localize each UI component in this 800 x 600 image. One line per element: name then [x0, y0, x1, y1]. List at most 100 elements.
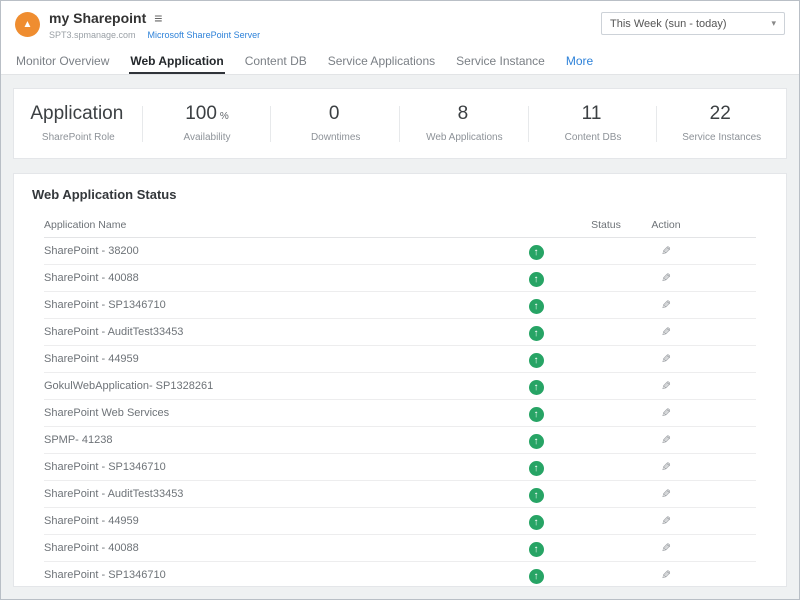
tab-service-applications[interactable]: Service Applications	[327, 48, 436, 74]
stat-block: 11 Content DBs	[529, 100, 658, 147]
status-table: Application Name Status Action SharePoin…	[14, 213, 786, 587]
edit-pencil-icon[interactable]: ✎	[661, 379, 671, 393]
tab-content-db[interactable]: Content DB	[244, 48, 308, 74]
application-name: SharePoint - SP1346710	[44, 461, 496, 473]
stat-suffix: %	[220, 111, 229, 122]
action-cell: ✎	[636, 458, 696, 476]
table-row: SharePoint - 44959 ↑ ✎	[44, 346, 756, 373]
tab-service-instance[interactable]: Service Instance	[455, 48, 546, 74]
application-name: SharePoint - SP1346710	[44, 299, 496, 311]
status-up-arrow-icon: ↑	[529, 434, 544, 449]
status-cell: ↑	[496, 350, 576, 369]
status-up-arrow-icon: ↑	[529, 407, 544, 422]
hamburger-menu-icon[interactable]: ≡	[154, 11, 162, 25]
table-row: SharePoint - AuditTest33453 ↑ ✎	[44, 319, 756, 346]
table-row: SharePoint Web Services ↑ ✎	[44, 400, 756, 427]
action-cell: ✎	[636, 242, 696, 260]
status-cell: ↑	[496, 377, 576, 396]
edit-pencil-icon[interactable]: ✎	[661, 568, 671, 582]
application-name: SharePoint Web Services	[44, 407, 496, 419]
action-cell: ✎	[636, 296, 696, 314]
table-row: SharePoint - 40088 ↑ ✎	[44, 265, 756, 292]
application-name: SharePoint - SP1346710	[44, 569, 496, 581]
monitor-host: SPT3.spmanage.com	[49, 30, 136, 40]
server-type-link[interactable]: Microsoft SharePoint Server	[148, 30, 261, 40]
status-cell: ↑	[496, 566, 576, 585]
action-cell: ✎	[636, 269, 696, 287]
stat-value: 22	[710, 103, 731, 124]
tab-web-application[interactable]: Web Application	[129, 48, 224, 74]
action-cell: ✎	[636, 512, 696, 530]
stat-value: 0	[329, 103, 340, 124]
edit-pencil-icon[interactable]: ✎	[661, 460, 671, 474]
chevron-down-icon: ▾	[771, 18, 776, 29]
edit-pencil-icon[interactable]: ✎	[661, 244, 671, 258]
tab-bar: Monitor Overview Web Application Content D…	[1, 48, 799, 75]
action-cell: ✎	[636, 350, 696, 368]
application-name: SharePoint - 40088	[44, 272, 496, 284]
edit-pencil-icon[interactable]: ✎	[661, 325, 671, 339]
content: Application SharePoint Role 100% Availab…	[1, 75, 799, 599]
status-card: Web Application Status Application Name …	[13, 173, 787, 587]
status-up-arrow-icon: ↑	[529, 569, 544, 584]
status-up-arrow-icon: ↑	[529, 461, 544, 476]
tab-monitor-overview[interactable]: Monitor Overview	[15, 48, 110, 74]
status-cell: ↑	[496, 323, 576, 342]
application-name: SharePoint - 40088	[44, 542, 496, 554]
table-row: SharePoint - SP1346710 ↑ ✎	[44, 562, 756, 587]
action-cell: ✎	[636, 485, 696, 503]
status-up-arrow-icon: ↑	[529, 272, 544, 287]
edit-pencil-icon[interactable]: ✎	[661, 298, 671, 312]
edit-pencil-icon[interactable]: ✎	[661, 541, 671, 555]
status-cell: ↑	[496, 485, 576, 504]
edit-pencil-icon[interactable]: ✎	[661, 514, 671, 528]
status-up-arrow-icon: ↑	[529, 326, 544, 341]
stat-value: 11	[582, 103, 602, 124]
status-cell: ↑	[496, 269, 576, 288]
stat-label: Availability	[143, 132, 272, 143]
action-cell: ✎	[636, 323, 696, 341]
column-status: Status	[576, 219, 636, 231]
status-cell: ↑	[496, 458, 576, 477]
table-row: SharePoint - 38200 ↑ ✎	[44, 238, 756, 265]
action-cell: ✎	[636, 431, 696, 449]
status-cell: ↑	[496, 539, 576, 558]
status-up-arrow-icon: ↑	[529, 299, 544, 314]
status-up-arrow-icon: ↑	[529, 488, 544, 503]
edit-pencil-icon[interactable]: ✎	[661, 406, 671, 420]
action-cell: ✎	[636, 377, 696, 395]
stat-block: 22 Service Instances	[657, 100, 786, 147]
status-up-arrow-icon: ↑	[529, 245, 544, 260]
application-name: GokulWebApplication- SP1328261	[44, 380, 496, 392]
table-row: SharePoint - SP1346710 ↑ ✎	[44, 292, 756, 319]
edit-pencil-icon[interactable]: ✎	[661, 433, 671, 447]
edit-pencil-icon[interactable]: ✎	[661, 487, 671, 501]
edit-pencil-icon[interactable]: ✎	[661, 352, 671, 366]
stat-label: Downtimes	[271, 132, 400, 143]
table-row: SPMP- 41238 ↑ ✎	[44, 427, 756, 454]
status-up-arrow-icon: ↑	[529, 353, 544, 368]
stat-block: 0 Downtimes	[271, 100, 400, 147]
table-row: GokulWebApplication- SP1328261 ↑ ✎	[44, 373, 756, 400]
stat-label: Service Instances	[657, 132, 786, 143]
status-up-arrow-icon: ↑	[529, 380, 544, 395]
time-range-value: This Week (sun - today)	[610, 18, 727, 30]
edit-pencil-icon[interactable]: ✎	[661, 271, 671, 285]
time-range-select[interactable]: This Week (sun - today) ▾	[601, 12, 785, 35]
application-name: SharePoint - 38200	[44, 245, 496, 257]
stat-block: 8 Web Applications	[400, 100, 529, 147]
tab-more[interactable]: More	[565, 48, 594, 74]
stat-block: Application SharePoint Role	[14, 100, 143, 147]
status-up-arrow-icon: ↑	[529, 515, 544, 530]
monitor-title: my Sharepoint	[49, 10, 146, 26]
table-header-row: Application Name Status Action	[44, 213, 756, 238]
stat-label: Web Applications	[400, 132, 529, 143]
application-name: SharePoint - 44959	[44, 353, 496, 365]
status-up-arrow-icon: ↑	[529, 542, 544, 557]
stats-card: Application SharePoint Role 100% Availab…	[13, 88, 787, 159]
action-cell: ✎	[636, 404, 696, 422]
application-name: SPMP- 41238	[44, 434, 496, 446]
section-title: Web Application Status	[14, 174, 786, 213]
table-row: SharePoint - SP1346710 ↑ ✎	[44, 454, 756, 481]
table-row: SharePoint - 40088 ↑ ✎	[44, 535, 756, 562]
